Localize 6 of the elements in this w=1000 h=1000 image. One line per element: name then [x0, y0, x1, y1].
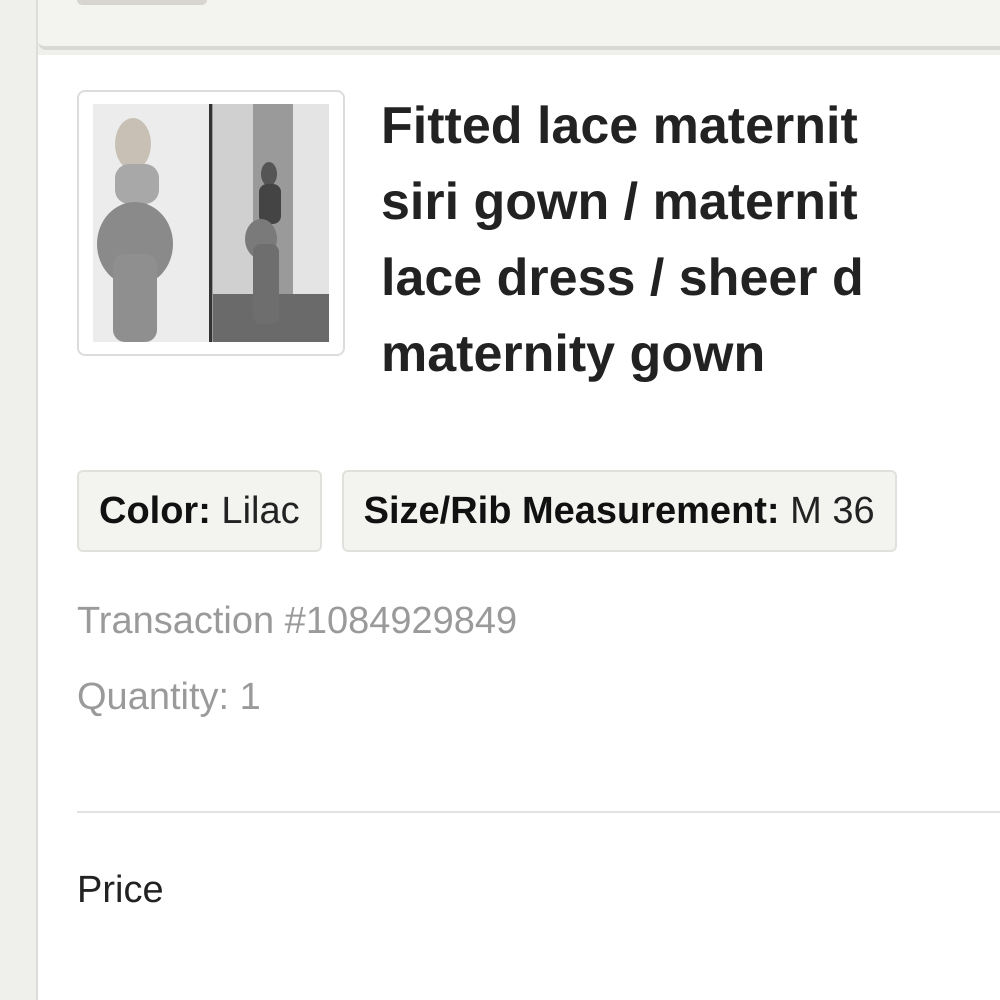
- price-label: Price: [77, 868, 165, 913]
- transaction-number: Transaction #1084929849: [77, 599, 518, 644]
- variation-tag: Size/Rib Measurement: M 36: [342, 470, 897, 552]
- variation-tag: Color: Lilac: [77, 470, 322, 552]
- quantity-text: Quantity: 1: [77, 675, 262, 720]
- item-title[interactable]: Fitted lace maternit siri gown / maternit lace dress / sheer d maternity gown: [381, 88, 864, 392]
